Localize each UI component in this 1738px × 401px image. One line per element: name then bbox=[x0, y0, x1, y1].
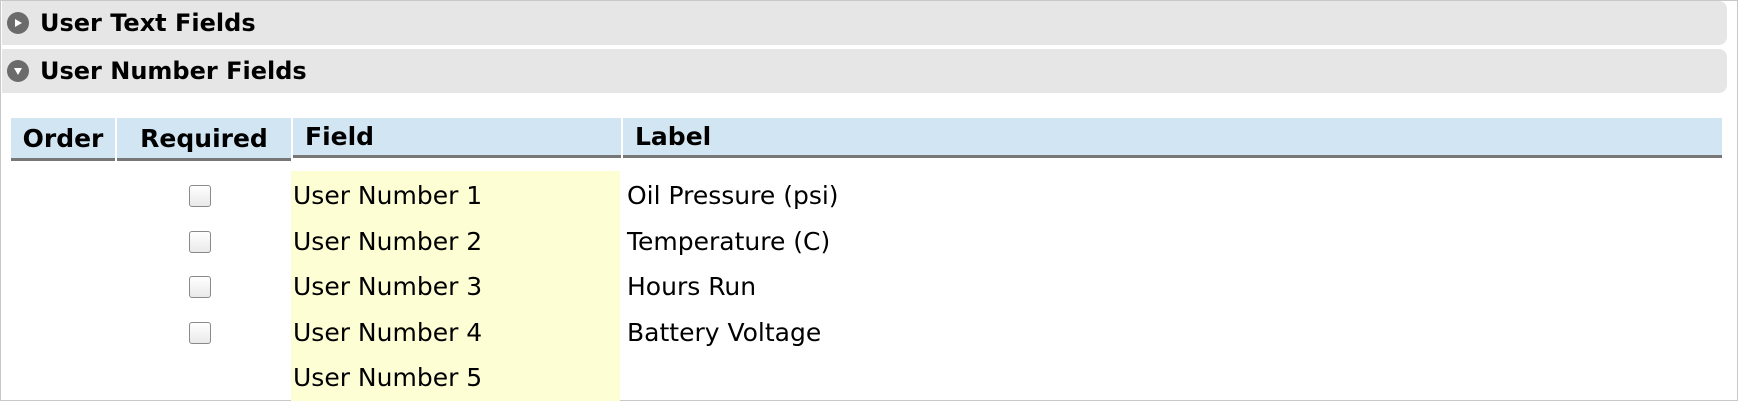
collapse-down-icon[interactable] bbox=[7, 60, 29, 82]
section-title: User Text Fields bbox=[40, 9, 256, 37]
required-checkbox[interactable] bbox=[189, 322, 211, 344]
table-header: Order Required Field Label bbox=[11, 118, 1722, 161]
column-header-required[interactable]: Required bbox=[117, 118, 291, 161]
table-row: User Number 5 bbox=[0, 355, 1738, 401]
required-checkbox[interactable] bbox=[189, 231, 211, 253]
required-checkbox[interactable] bbox=[189, 276, 211, 298]
label-cell[interactable]: Oil Pressure (psi) bbox=[627, 179, 839, 213]
column-header-field[interactable]: Field bbox=[293, 118, 621, 158]
label-cell[interactable]: Hours Run bbox=[627, 270, 756, 304]
column-header-label[interactable]: Label bbox=[623, 118, 1722, 158]
table-row: User Number 4 Battery Voltage bbox=[0, 310, 1738, 356]
expand-right-icon[interactable] bbox=[7, 12, 29, 34]
section-title: User Number Fields bbox=[40, 57, 307, 85]
label-cell[interactable]: Temperature (C) bbox=[627, 225, 830, 259]
table-row: User Number 1 Oil Pressure (psi) bbox=[0, 173, 1738, 219]
label-cell[interactable]: Battery Voltage bbox=[627, 316, 821, 350]
section-header-user-text-fields[interactable]: User Text Fields bbox=[2, 1, 1727, 45]
field-cell: User Number 4 bbox=[293, 318, 483, 347]
table-row: User Number 3 Hours Run bbox=[0, 264, 1738, 310]
field-cell: User Number 3 bbox=[293, 272, 483, 301]
required-checkbox[interactable] bbox=[189, 185, 211, 207]
section-header-user-number-fields[interactable]: User Number Fields bbox=[2, 49, 1727, 93]
table-row: User Number 2 Temperature (C) bbox=[0, 219, 1738, 265]
field-cell: User Number 2 bbox=[293, 227, 483, 256]
field-cell: User Number 5 bbox=[293, 363, 483, 392]
field-cell: User Number 1 bbox=[293, 181, 483, 210]
column-header-order[interactable]: Order bbox=[11, 118, 115, 161]
